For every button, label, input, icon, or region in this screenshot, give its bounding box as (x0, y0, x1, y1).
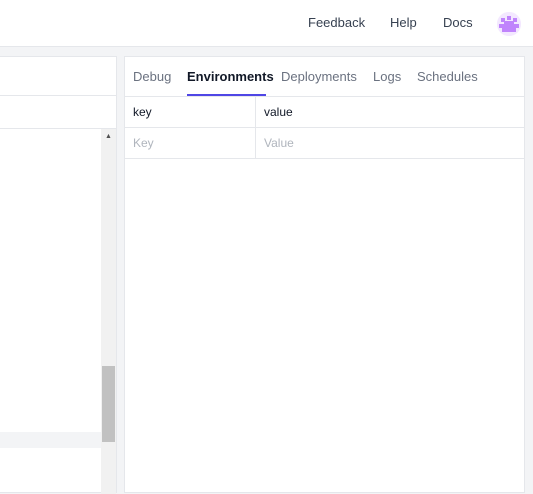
side-panel: Debug Environments Deployments Logs Sche… (124, 56, 525, 493)
user-avatar[interactable] (497, 12, 521, 36)
tab-logs[interactable]: Logs (373, 69, 401, 84)
feedback-link[interactable]: Feedback (308, 15, 365, 30)
editor-panel: ▲ (0, 56, 117, 494)
column-header-value: value (264, 105, 293, 119)
column-header-key: key (125, 97, 256, 127)
scrollbar-thumb[interactable] (102, 366, 115, 442)
editor-panel-header (0, 57, 116, 96)
tab-schedules[interactable]: Schedules (417, 69, 478, 84)
panel-tabs: Debug Environments Deployments Logs Sche… (125, 57, 524, 97)
tab-environments[interactable]: Environments (187, 69, 274, 84)
value-cell (256, 128, 524, 158)
active-line-highlight (0, 432, 101, 448)
editor-scrollbar[interactable]: ▲ (101, 129, 116, 494)
key-cell (125, 128, 256, 158)
value-input[interactable] (264, 136, 524, 150)
top-bar: Feedback Help Docs (0, 0, 533, 47)
avatar-pattern-icon (497, 12, 521, 36)
active-tab-indicator (187, 94, 266, 96)
table-header-row: key value (125, 97, 524, 128)
environment-variables-table: key value (125, 97, 524, 159)
help-link[interactable]: Help (390, 15, 417, 30)
scroll-up-arrow-icon[interactable]: ▲ (101, 129, 116, 143)
new-variable-row (125, 128, 524, 159)
editor-panel-toolbar (0, 96, 116, 129)
key-input[interactable] (133, 136, 255, 150)
tab-debug[interactable]: Debug (133, 69, 171, 84)
tab-deployments[interactable]: Deployments (281, 69, 357, 84)
docs-link[interactable]: Docs (443, 15, 473, 30)
